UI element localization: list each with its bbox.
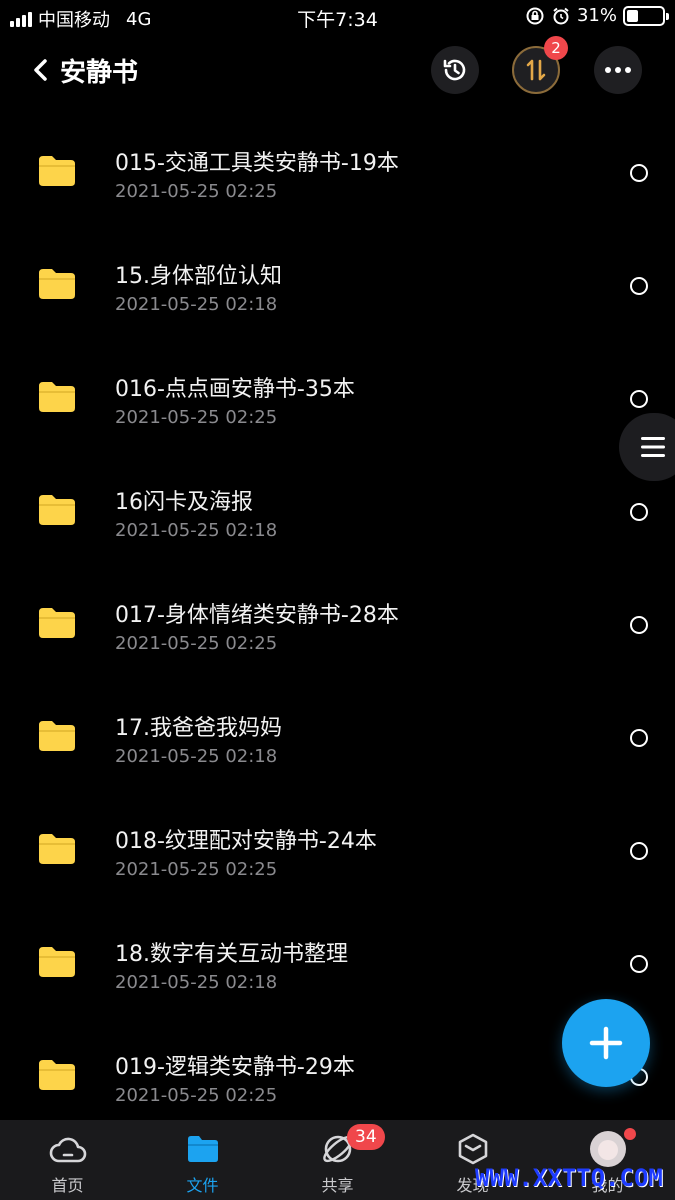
folder-icon: [39, 269, 75, 299]
file-date: 2021-05-25 02:25: [115, 407, 278, 428]
select-radio[interactable]: [630, 955, 648, 973]
discover-icon: [458, 1133, 487, 1165]
share-badge: 34: [347, 1124, 385, 1150]
more-icon: [605, 67, 631, 73]
menu-icon: [641, 437, 665, 457]
folder-icon: [39, 495, 75, 525]
transfer-badge: 2: [544, 36, 568, 60]
history-icon: [443, 59, 466, 81]
header: 安静书 2: [0, 34, 675, 108]
file-row[interactable]: 17.我爸爸我妈妈 2021-05-25 02:18: [0, 682, 675, 795]
file-row[interactable]: 015-交通工具类安静书-19本 2021-05-25 02:25: [0, 117, 675, 230]
file-row[interactable]: 15.身体部位认知 2021-05-25 02:18: [0, 230, 675, 343]
folder-icon: [39, 947, 75, 977]
file-name: 15.身体部位认知: [115, 264, 282, 289]
select-radio[interactable]: [630, 729, 648, 747]
file-date: 2021-05-25 02:18: [115, 520, 278, 541]
select-radio[interactable]: [630, 164, 648, 182]
select-radio[interactable]: [630, 277, 648, 295]
file-row[interactable]: 017-身体情绪类安静书-28本 2021-05-25 02:25: [0, 569, 675, 682]
file-row[interactable]: 16闪卡及海报 2021-05-25 02:18: [0, 456, 675, 569]
select-radio[interactable]: [630, 390, 648, 408]
folder-icon: [39, 156, 75, 186]
file-name: 018-纹理配对安静书-24本: [115, 829, 377, 854]
back-icon[interactable]: [26, 52, 56, 88]
file-date: 2021-05-25 02:25: [115, 181, 278, 202]
notification-dot: [624, 1128, 636, 1140]
orientation-lock-icon: [526, 7, 544, 24]
file-date: 2021-05-25 02:25: [115, 633, 278, 654]
folder-icon: [187, 1136, 218, 1162]
select-radio[interactable]: [630, 842, 648, 860]
battery-icon: [623, 5, 669, 26]
more-button[interactable]: [594, 46, 642, 94]
folder-icon: [39, 608, 75, 638]
page-title: 安静书: [60, 58, 139, 88]
file-name: 017-身体情绪类安静书-28本: [115, 603, 399, 628]
file-date: 2021-05-25 02:18: [115, 294, 278, 315]
file-name: 019-逻辑类安静书-29本: [115, 1055, 355, 1080]
file-date: 2021-05-25 02:25: [115, 859, 278, 880]
file-name: 016-点点画安静书-35本: [115, 377, 355, 402]
file-name: 16闪卡及海报: [115, 490, 253, 515]
tab-home[interactable]: 首页: [0, 1120, 135, 1200]
folder-icon: [39, 721, 75, 751]
history-button[interactable]: [431, 46, 479, 94]
add-button[interactable]: [562, 999, 650, 1087]
tab-share[interactable]: 共享 34: [270, 1120, 405, 1200]
file-date: 2021-05-25 02:25: [115, 1085, 278, 1106]
status-bar: 中国移动 4G 下午7:34 31%: [0, 0, 675, 34]
file-row[interactable]: 016-点点画安静书-35本 2021-05-25 02:25: [0, 343, 675, 456]
alarm-icon: [553, 7, 569, 24]
battery-percent: 31%: [576, 5, 617, 26]
cloud-icon: [49, 1137, 86, 1163]
plus-icon: [589, 1026, 623, 1060]
file-row[interactable]: 018-纹理配对安静书-24本 2021-05-25 02:25: [0, 795, 675, 908]
file-name: 015-交通工具类安静书-19本: [115, 151, 399, 176]
tab-files[interactable]: 文件: [135, 1120, 270, 1200]
tab-label: 首页: [51, 1176, 84, 1195]
file-row[interactable]: 18.数字有关互动书整理 2021-05-25 02:18: [0, 908, 675, 1021]
file-date: 2021-05-25 02:18: [115, 746, 278, 767]
folder-icon: [39, 1060, 75, 1090]
folder-icon: [39, 382, 75, 412]
file-list: 015-交通工具类安静书-19本 2021-05-25 02:25 15.身体部位认…: [0, 117, 675, 1134]
watermark: WWW.XXTTQ.COM: [475, 1164, 663, 1192]
file-date: 2021-05-25 02:18: [115, 972, 278, 993]
transfer-icon: [526, 59, 546, 81]
tab-label: 共享: [321, 1176, 354, 1195]
select-radio[interactable]: [630, 503, 648, 521]
avatar: [589, 1131, 626, 1167]
folder-icon: [39, 834, 75, 864]
file-name: 18.数字有关互动书整理: [115, 942, 348, 967]
file-name: 17.我爸爸我妈妈: [115, 716, 282, 741]
tab-label: 文件: [186, 1176, 219, 1195]
select-radio[interactable]: [630, 616, 648, 634]
